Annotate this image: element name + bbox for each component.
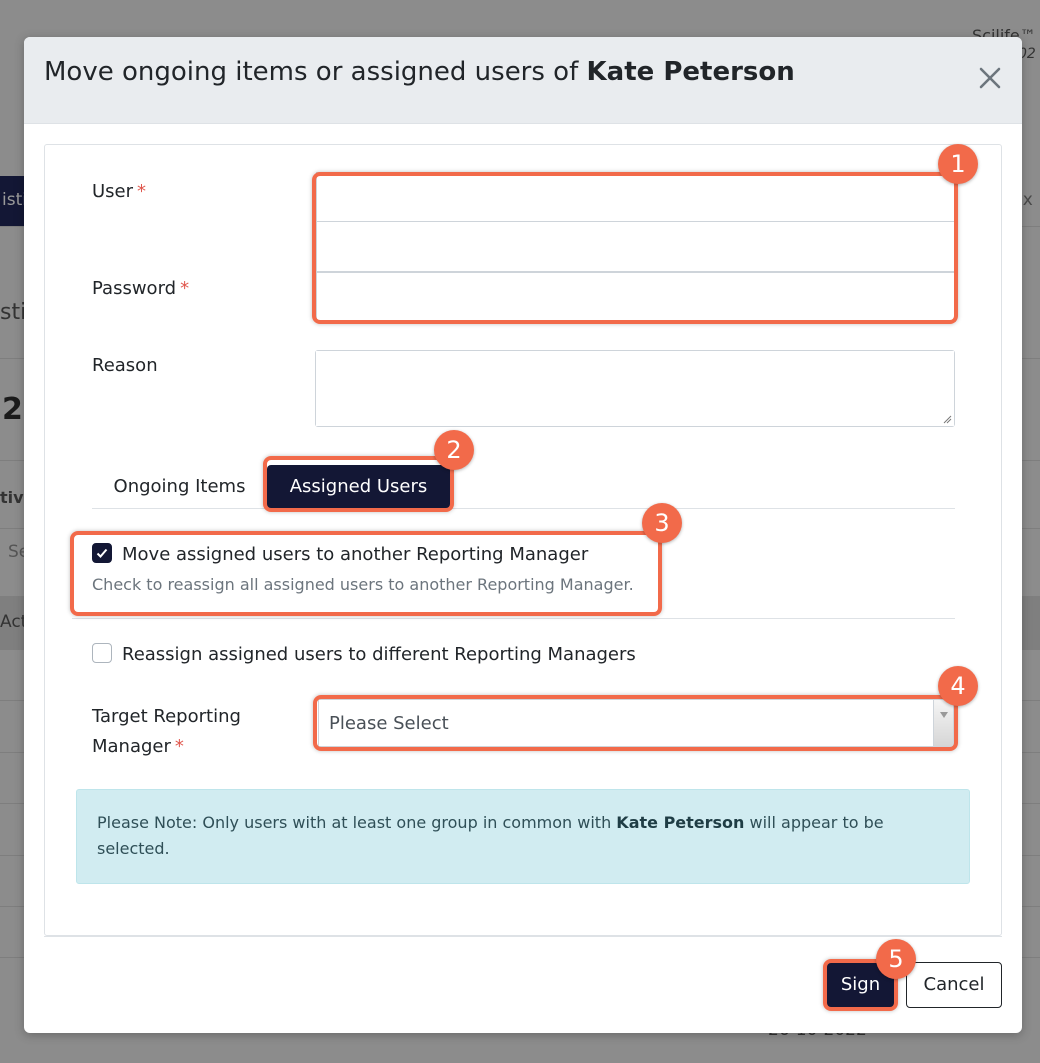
move-items-modal: Move ongoing items or assigned users of …	[24, 37, 1022, 1033]
step-badge-2: 2	[434, 430, 474, 470]
user-label-text: User	[92, 181, 134, 202]
reassign-users-option: Reassign assigned users to different Rep…	[92, 643, 636, 665]
move-assigned-users-checkbox[interactable]	[92, 543, 112, 563]
info-note: Please Note: Only users with at least on…	[76, 789, 970, 884]
chevron-down-icon	[940, 712, 948, 718]
tab-assigned-users[interactable]: Assigned Users	[267, 465, 450, 508]
reassign-users-label[interactable]: Reassign assigned users to different Rep…	[122, 644, 636, 665]
move-assigned-users-label[interactable]: Move assigned users to another Reporting…	[122, 544, 588, 565]
step-badge-4: 4	[938, 666, 978, 706]
user-input[interactable]	[317, 173, 955, 221]
background-tab: isti	[0, 176, 27, 226]
required-marker: *	[137, 181, 147, 202]
move-assigned-users-option: Move assigned users to another Reporting…	[92, 543, 588, 565]
select-value: Please Select	[329, 713, 449, 734]
required-marker: *	[174, 736, 184, 757]
cancel-button[interactable]: Cancel	[906, 962, 1002, 1008]
step-badge-3: 3	[642, 503, 682, 543]
user-field-spacer	[316, 222, 956, 272]
note-prefix: Please Note: Only users with at least on…	[97, 813, 617, 832]
resize-grip-icon[interactable]	[942, 414, 952, 424]
move-assigned-users-help: Check to reassign all assigned users to …	[92, 575, 634, 594]
password-label-text: Password	[92, 278, 177, 299]
step-badge-5: 5	[876, 939, 916, 979]
footer-divider	[44, 936, 1002, 937]
target-reporting-manager-label: Target Reporting Manager *	[92, 702, 241, 762]
modal-title-user-name: Kate Peterson	[586, 57, 795, 87]
options-divider	[72, 618, 955, 619]
password-label: Password *	[92, 278, 189, 299]
modal-header: Move ongoing items or assigned users of …	[24, 37, 1022, 124]
reason-field[interactable]	[315, 350, 955, 427]
note-suffix: will appear to be	[744, 813, 884, 832]
reassign-users-checkbox[interactable]	[92, 643, 112, 663]
background-big-number: 2	[2, 392, 23, 427]
password-input[interactable]	[317, 273, 955, 321]
note-user-name: Kate Peterson	[616, 813, 745, 832]
close-icon	[979, 67, 1001, 89]
select-arrow[interactable]	[933, 700, 953, 746]
target-label-line2: Manager	[92, 736, 171, 757]
tabs-divider	[92, 508, 955, 509]
reason-textarea[interactable]	[316, 351, 954, 426]
step-badge-1: 1	[938, 144, 978, 184]
tab-ongoing-items[interactable]: Ongoing Items	[92, 465, 267, 509]
close-button[interactable]	[976, 64, 1004, 92]
modal-title: Move ongoing items or assigned users of …	[44, 57, 795, 87]
target-reporting-manager-select[interactable]: Please Select	[318, 699, 954, 747]
note-suffix-line2: selected.	[97, 839, 170, 858]
required-marker: *	[180, 278, 190, 299]
background-heading: sti	[0, 300, 27, 325]
target-label-line2-wrap: Manager *	[92, 732, 241, 762]
check-icon	[96, 548, 108, 558]
password-field[interactable]	[316, 272, 956, 322]
form-card: User * Password * Reason Ongoing Items Ass…	[44, 144, 1002, 936]
modal-title-prefix: Move ongoing items or assigned users of	[44, 57, 587, 87]
user-field[interactable]	[316, 172, 956, 222]
target-label-line1: Target Reporting	[92, 706, 241, 727]
user-label: User *	[92, 181, 146, 202]
reason-label: Reason	[92, 355, 158, 376]
